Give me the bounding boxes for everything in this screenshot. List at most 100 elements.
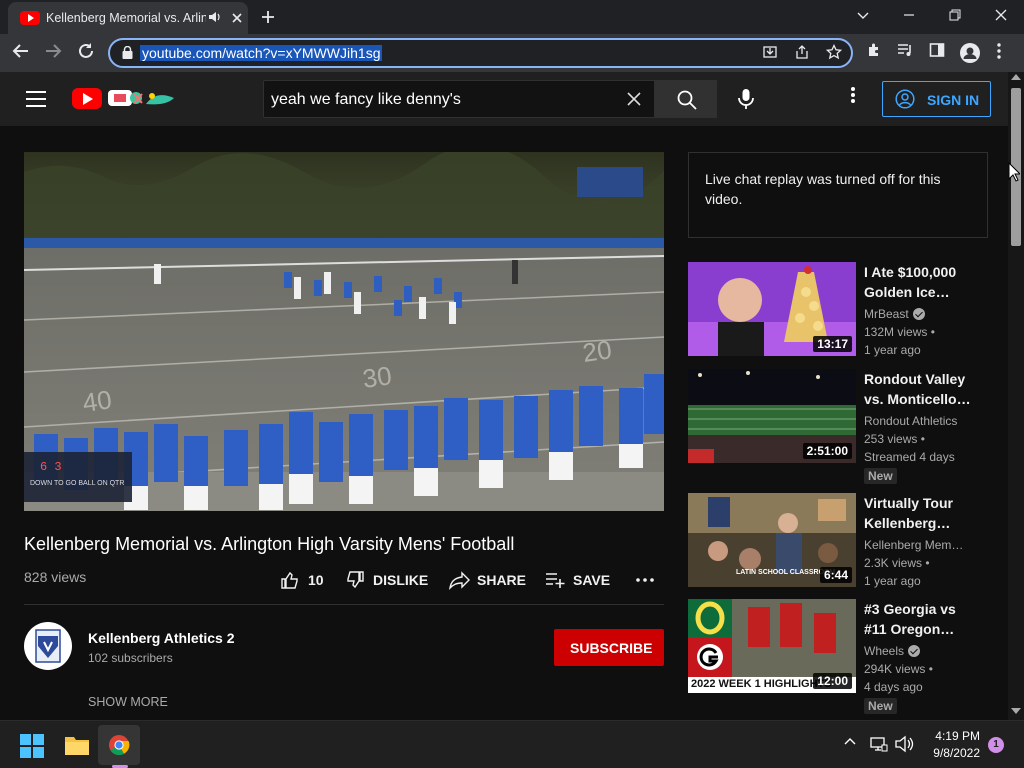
lock-icon[interactable] — [122, 46, 133, 59]
recommendation-views: 294K views • — [864, 662, 933, 676]
restore-icon[interactable] — [948, 4, 962, 27]
like-button[interactable]: 10 — [280, 570, 326, 590]
share-arrow-icon — [449, 571, 470, 590]
address-bar[interactable]: youtube.com/watch?v=xYMWWJih1sg — [108, 38, 853, 68]
clock-date[interactable]: 9/8/2022 — [920, 746, 980, 760]
media-controls-icon[interactable] — [897, 42, 915, 63]
scroll-down-arrow-icon[interactable] — [1011, 708, 1021, 714]
browser-tab[interactable]: Kellenberg Memorial vs. Arlington High V… — [8, 2, 248, 34]
search-query[interactable]: yeah we fancy like denny's — [271, 91, 461, 109]
url-text[interactable]: youtube.com/watch?v=xYMWWJih1sg — [140, 45, 383, 61]
recommendation-item[interactable]: LATIN SCHOOL CLASSROOM 6:44 Virtually To… — [688, 493, 988, 589]
share-icon[interactable] — [794, 44, 810, 64]
divider — [24, 604, 664, 605]
video-thumbnail[interactable]: 2:51:00 — [688, 369, 856, 463]
settings-more-icon[interactable] — [846, 86, 860, 104]
browser-menu-icon[interactable] — [996, 42, 1002, 65]
video-frame: 40 30 20 6 3 DOWN TO GO BALL ON QTR — [24, 152, 664, 511]
youtube-logo-icon[interactable] — [72, 88, 102, 109]
side-panel-icon[interactable] — [929, 42, 945, 63]
verified-icon — [912, 308, 925, 320]
save-label: SAVE — [573, 572, 611, 588]
browser-toolbar: youtube.com/watch?v=xYMWWJih1sg — [0, 34, 1024, 72]
subscribe-button[interactable]: SUBSCRIBE — [554, 629, 664, 666]
scoreboard-score: 6 3 — [40, 460, 62, 474]
youtube-favicon-icon — [20, 11, 40, 25]
extensions-icon[interactable] — [866, 42, 882, 63]
search-input[interactable]: yeah we fancy like denny's — [263, 80, 655, 118]
audio-icon[interactable] — [208, 10, 222, 27]
new-badge: New — [864, 698, 897, 714]
chrome-taskbar-button[interactable] — [98, 725, 140, 765]
guide-menu-icon[interactable] — [26, 91, 46, 107]
verified-icon — [908, 645, 921, 657]
back-icon[interactable] — [12, 42, 30, 65]
new-tab-icon[interactable] — [260, 4, 276, 31]
recommendation-channel: Kellenberg Mem… — [864, 538, 964, 552]
tray-overflow-icon[interactable] — [844, 735, 856, 751]
svg-text:20: 20 — [581, 334, 614, 368]
recommendation-title[interactable]: Rondout Valley vs. Monticello… — [864, 369, 976, 409]
volume-icon[interactable] — [894, 735, 914, 753]
windows-start-icon[interactable] — [20, 734, 44, 758]
duration-badge: 6:44 — [819, 567, 852, 583]
video-thumbnail[interactable]: 2022 WEEK 1 HIGHLIGHTS 12:00 — [688, 599, 856, 693]
show-more-link[interactable]: SHOW MORE — [88, 695, 168, 709]
recommendation-title[interactable]: I Ate $100,000 Golden Ice… — [864, 262, 976, 302]
more-actions-button[interactable] — [636, 570, 656, 590]
chrome-icon — [109, 735, 130, 756]
clear-search-icon[interactable] — [626, 87, 642, 113]
recommendation-item[interactable]: 2:51:00 Rondout Valley vs. Monticello… R… — [688, 369, 988, 487]
scroll-up-arrow-icon[interactable] — [1011, 74, 1021, 80]
bookmark-star-icon[interactable] — [825, 43, 843, 64]
forward-icon[interactable] — [44, 42, 62, 65]
file-explorer-icon[interactable] — [64, 733, 90, 757]
recommendation-age: 1 year ago — [864, 574, 921, 588]
duration-badge: 12:00 — [813, 673, 852, 689]
window-close-icon[interactable] — [994, 4, 1008, 27]
install-icon[interactable] — [762, 44, 778, 64]
thumbnail-caption: 2022 WEEK 1 HIGHLIGHTS — [691, 678, 832, 690]
recommendation-views: 2.3K views • — [864, 556, 930, 570]
recommendation-age: 4 days ago — [864, 680, 923, 694]
thumbs-up-icon — [281, 571, 298, 589]
youtube-doodle-logo-icon[interactable] — [106, 86, 178, 112]
recommendation-age: Streamed 4 days — [864, 450, 955, 464]
tab-close-icon[interactable] — [230, 8, 244, 30]
recommendation-channel: Wheels — [864, 644, 976, 658]
video-thumbnail[interactable]: LATIN SCHOOL CLASSROOM 6:44 — [688, 493, 856, 587]
video-player[interactable]: 40 30 20 6 3 DOWN TO GO BALL ON QTR — [24, 152, 664, 511]
youtube-header: yeah we fancy like denny's SIGN IN — [0, 72, 1008, 126]
clock-time[interactable]: 4:19 PM — [930, 729, 980, 743]
voice-search-button[interactable] — [727, 80, 765, 118]
recommendation-age: 1 year ago — [864, 343, 921, 357]
recommendation-title[interactable]: Virtually Tour Kellenberg… — [864, 493, 976, 533]
recommendation-title[interactable]: #3 Georgia vs #11 Oregon… — [864, 599, 976, 639]
duration-badge: 13:17 — [813, 336, 852, 352]
notification-badge[interactable]: 1 — [988, 737, 1004, 753]
recommendation-item[interactable]: 13:17 I Ate $100,000 Golden Ice… MrBeast… — [688, 262, 988, 358]
dislike-label: DISLIKE — [373, 572, 429, 588]
channel-avatar[interactable] — [24, 622, 72, 670]
video-thumbnail[interactable]: 13:17 — [688, 262, 856, 356]
tab-title: Kellenberg Memorial vs. Arlington High V… — [46, 11, 206, 25]
recommendation-views: 253 views • — [864, 432, 925, 446]
account-icon — [895, 89, 915, 109]
channel-name[interactable]: Kellenberg Athletics 2 — [88, 630, 235, 646]
reload-icon[interactable] — [77, 42, 95, 65]
scoreboard-labels: DOWN TO GO BALL ON QTR — [30, 480, 124, 487]
subscriber-count: 102 subscribers — [88, 651, 173, 665]
profile-icon[interactable] — [960, 43, 980, 63]
tab-search-chevron-icon[interactable] — [856, 4, 870, 27]
recommendation-item[interactable]: 2022 WEEK 1 HIGHLIGHTS 12:00 #3 Georgia … — [688, 599, 988, 717]
share-button[interactable]: SHARE — [449, 570, 529, 590]
playlist-add-icon — [546, 573, 565, 588]
minimize-icon[interactable] — [902, 4, 916, 27]
view-count: 828 views — [24, 569, 87, 585]
sign-in-button[interactable]: SIGN IN — [882, 81, 991, 117]
save-button[interactable]: SAVE — [545, 570, 615, 590]
live-chat-notice: Live chat replay was turned off for this… — [688, 152, 988, 238]
network-icon[interactable] — [870, 735, 888, 753]
dislike-button[interactable]: DISLIKE — [345, 570, 435, 590]
search-button[interactable] — [655, 80, 717, 118]
